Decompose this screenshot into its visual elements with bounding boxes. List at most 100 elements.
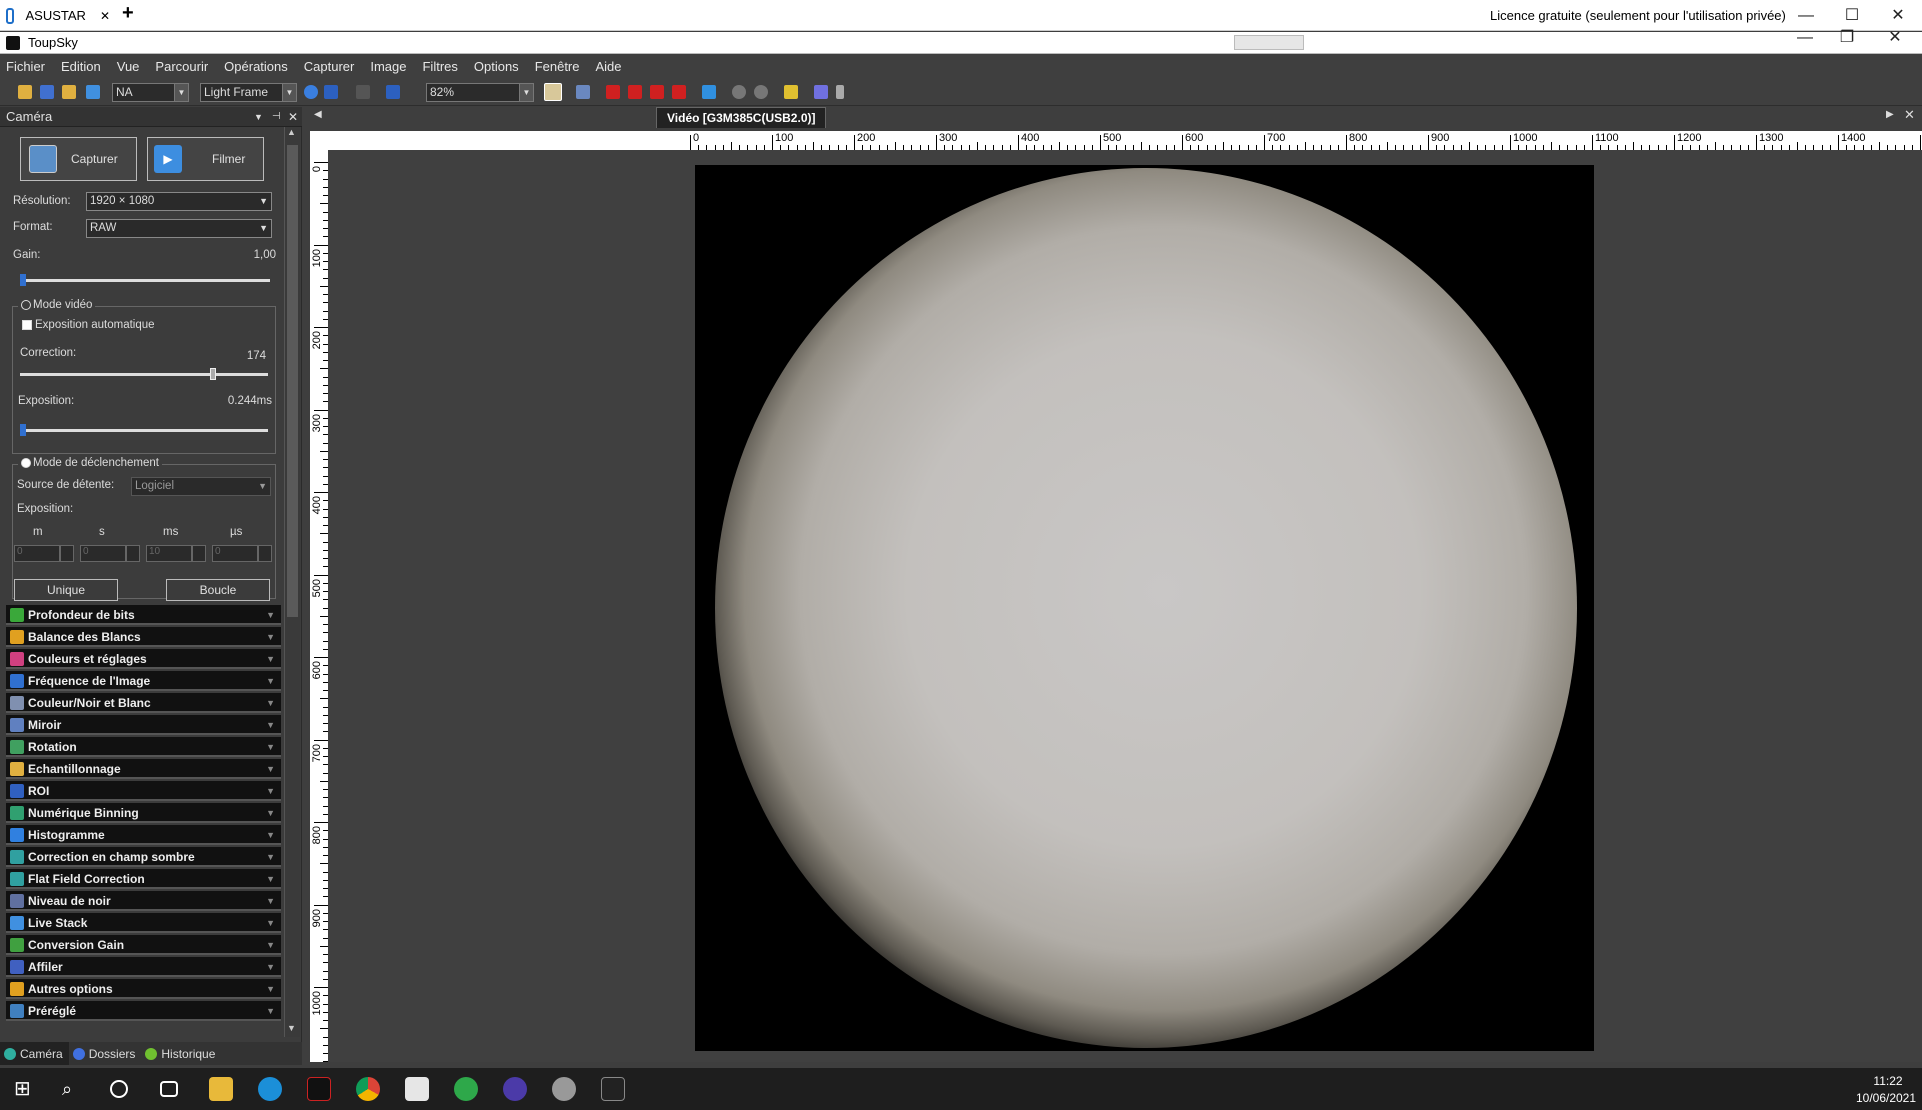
tab-folders[interactable]: Dossiers xyxy=(69,1047,142,1061)
scrollbar-thumb[interactable] xyxy=(287,145,298,617)
chevron-down-icon[interactable]: ▼ xyxy=(266,605,275,625)
trigger-source-select[interactable]: Logiciel ▼ xyxy=(131,477,271,496)
menu-operations[interactable]: Opérations xyxy=(224,59,288,74)
milliseconds-spinbox[interactable]: 10 xyxy=(146,545,208,563)
camera-toolbar-icon[interactable] xyxy=(86,85,100,99)
minutes-spinbox[interactable]: 0 xyxy=(14,545,76,563)
tab-video[interactable]: Vidéo [G3M385C(USB2.0)] xyxy=(656,107,827,128)
section-miroir[interactable]: Miroir ▼ xyxy=(6,715,281,735)
section-affiler[interactable]: Affiler ▼ xyxy=(6,957,281,977)
stellarium-icon[interactable] xyxy=(503,1077,527,1101)
close-tab-icon[interactable]: ✕ xyxy=(100,9,110,23)
resolution-select[interactable]: 1920 × 1080 ▼ xyxy=(86,192,272,211)
marker-icon-3[interactable] xyxy=(650,85,664,99)
menu-aide[interactable]: Aide xyxy=(596,59,622,74)
chevron-down-icon[interactable]: ▼ xyxy=(266,803,275,823)
section-niveau-de-noir[interactable]: Niveau de noir ▼ xyxy=(6,891,281,911)
chevron-down-icon[interactable]: ▼ xyxy=(266,759,275,779)
record-button[interactable]: ▶ Filmer xyxy=(147,137,264,181)
scroll-down-icon[interactable]: ▼ xyxy=(287,1023,296,1033)
section-autres-options[interactable]: Autres options ▼ xyxy=(6,979,281,999)
spin-arrows-icon[interactable] xyxy=(126,545,140,562)
spin-arrows-icon[interactable] xyxy=(192,545,206,562)
gain-slider[interactable] xyxy=(20,274,270,286)
new-tab-button[interactable]: + xyxy=(122,2,134,25)
acrobat-icon[interactable] xyxy=(307,1077,331,1101)
section-couleur-noir-et-blanc[interactable]: Couleur/Noir et Blanc ▼ xyxy=(6,693,281,713)
app-restore-button[interactable]: ❐ xyxy=(1824,27,1870,49)
section-flat-field-correction[interactable]: Flat Field Correction ▼ xyxy=(6,869,281,889)
chevron-down-icon[interactable]: ▼ xyxy=(266,737,275,757)
chevron-down-icon[interactable]: ▼ xyxy=(266,627,275,647)
hand-tool-icon[interactable] xyxy=(544,83,562,101)
correction-slider-thumb[interactable] xyxy=(210,368,217,380)
settings-icon[interactable] xyxy=(814,85,828,99)
task-view-icon[interactable] xyxy=(160,1081,178,1097)
menu-capturer[interactable]: Capturer xyxy=(304,59,355,74)
chevron-down-icon[interactable]: ▼ xyxy=(266,869,275,889)
single-button[interactable]: Unique xyxy=(14,579,118,601)
open-icon[interactable] xyxy=(18,85,32,99)
spin-arrows-icon[interactable] xyxy=(258,545,272,562)
section-roi[interactable]: ROI ▼ xyxy=(6,781,281,801)
spin-arrows-icon[interactable] xyxy=(60,545,74,562)
chevron-down-icon[interactable]: ▼ xyxy=(266,671,275,691)
chevron-down-icon[interactable]: ▼ xyxy=(266,693,275,713)
loop-button[interactable]: Boucle xyxy=(166,579,270,601)
chevron-down-icon[interactable]: ▼ xyxy=(266,847,275,867)
microseconds-spinbox[interactable]: 0 xyxy=(212,545,274,563)
correction-slider[interactable] xyxy=(20,368,268,380)
scroll-up-icon[interactable]: ▲ xyxy=(287,127,296,137)
forward-icon[interactable] xyxy=(754,85,768,99)
chevron-down-icon[interactable]: ▼ xyxy=(266,979,275,999)
marker-icon-2[interactable] xyxy=(628,85,642,99)
marker-icon-4[interactable] xyxy=(672,85,686,99)
tab-history[interactable]: Historique xyxy=(141,1047,221,1061)
scroll-tabs-right-icon[interactable]: ▶ xyxy=(1886,109,1894,120)
frame-type-select[interactable]: Light Frame ▼ xyxy=(200,83,297,102)
exposure-slider-thumb[interactable] xyxy=(20,424,26,436)
histogram-tool-icon[interactable] xyxy=(576,85,590,99)
remote-control-toolbar[interactable] xyxy=(1234,35,1304,50)
video-mode-radio[interactable]: Mode vidéo xyxy=(18,299,96,311)
play-icon[interactable] xyxy=(324,85,338,99)
chevron-down-icon[interactable]: ▼ xyxy=(266,913,275,933)
section-echantillonnage[interactable]: Echantillonnage ▼ xyxy=(6,759,281,779)
scroll-tabs-left-icon[interactable]: ◀ xyxy=(314,109,322,120)
pin-icon[interactable]: ⊣ xyxy=(272,107,281,127)
notes-app-icon[interactable] xyxy=(405,1077,429,1101)
panel-close-icon[interactable]: ✕ xyxy=(288,107,298,127)
seconds-spinbox[interactable]: 0 xyxy=(80,545,142,563)
image-viewport[interactable] xyxy=(328,150,1922,1062)
app-minimize-button[interactable]: — xyxy=(1782,27,1828,49)
windows-start-icon[interactable]: ⊞ xyxy=(14,1077,38,1101)
menu-filtres[interactable]: Filtres xyxy=(422,59,457,74)
refresh-icon[interactable] xyxy=(304,85,318,99)
chrome-icon[interactable] xyxy=(356,1077,380,1101)
section-rotation[interactable]: Rotation ▼ xyxy=(6,737,281,757)
search-icon[interactable]: ⌕ xyxy=(62,1077,86,1101)
stars-icon[interactable] xyxy=(784,85,798,99)
planet-app-icon[interactable] xyxy=(552,1077,576,1101)
section-num-rique-binning[interactable]: Numérique Binning ▼ xyxy=(6,803,281,823)
section-conversion-gain[interactable]: Conversion Gain ▼ xyxy=(6,935,281,955)
zoom-select[interactable]: 82% ▼ xyxy=(426,83,534,102)
section-profondeur-de-bits[interactable]: Profondeur de bits ▼ xyxy=(6,605,281,625)
gain-slider-thumb[interactable] xyxy=(20,274,26,286)
move-icon[interactable] xyxy=(702,85,716,99)
menu-image[interactable]: Image xyxy=(370,59,406,74)
menu-parcourir[interactable]: Parcourir xyxy=(155,59,208,74)
close-document-icon[interactable]: ✕ xyxy=(1904,107,1915,123)
trigger-mode-radio[interactable]: Mode de déclenchement xyxy=(18,457,162,469)
capture-button[interactable]: Capturer xyxy=(20,137,137,181)
marker-icon-1[interactable] xyxy=(606,85,620,99)
chevron-down-icon[interactable]: ▼ xyxy=(266,891,275,911)
menu-fenetre[interactable]: Fenêtre xyxy=(535,59,580,74)
chevron-down-icon[interactable]: ▼ xyxy=(266,935,275,955)
menu-options[interactable]: Options xyxy=(474,59,519,74)
toupsky-taskbar-icon[interactable] xyxy=(601,1077,625,1101)
section-live-stack[interactable]: Live Stack ▼ xyxy=(6,913,281,933)
record-icon[interactable] xyxy=(386,85,400,99)
toolbar-overflow-icon[interactable] xyxy=(836,85,844,99)
menu-fichier[interactable]: Fichier xyxy=(6,59,45,74)
